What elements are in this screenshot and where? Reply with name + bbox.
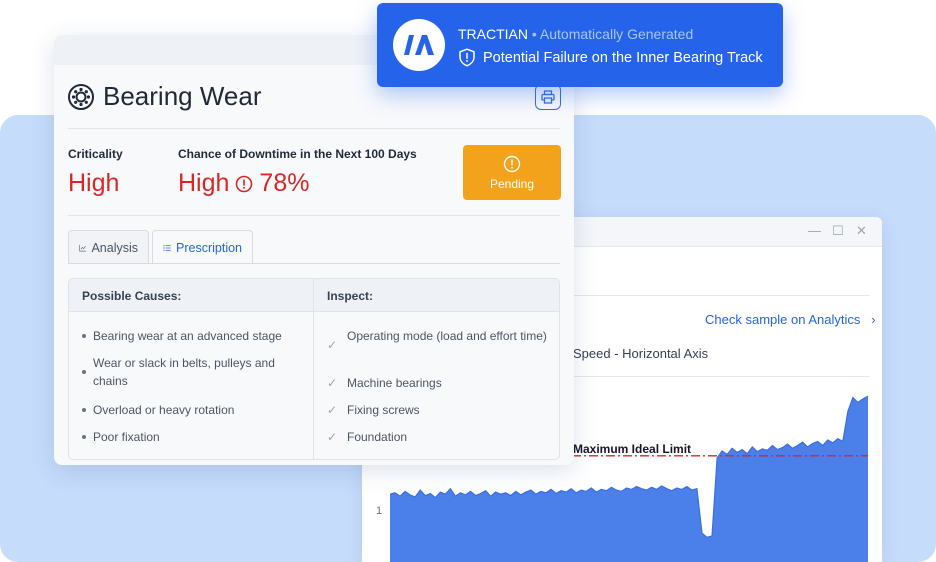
cause-text: Wear or slack in belts, pulleys and chai… bbox=[93, 356, 275, 388]
page-title: Bearing Wear bbox=[103, 81, 262, 111]
downtime-level: High bbox=[178, 169, 230, 197]
downtime-label: Chance of Downtime in the Next 100 Days bbox=[178, 147, 417, 161]
column-header-causes: Possible Causes: bbox=[82, 289, 182, 303]
bullet-icon bbox=[82, 401, 86, 419]
list-item: Overload or heavy rotation bbox=[82, 401, 297, 419]
tractian-logo bbox=[393, 19, 445, 71]
check-icon: ✓ bbox=[327, 430, 338, 444]
notification-subtitle: Automatically Generated bbox=[539, 26, 694, 42]
bullet-icon bbox=[82, 428, 86, 446]
prescription-table: Possible Causes: Inspect: Bearing wear a… bbox=[68, 278, 560, 460]
bullet-icon bbox=[82, 327, 86, 345]
inspect-text: Operating mode (load and effort time) bbox=[347, 329, 547, 343]
alert-circle-icon bbox=[503, 155, 521, 172]
column-header-inspect: Inspect: bbox=[327, 289, 374, 303]
list-item: Bearing wear at an advanced stage bbox=[82, 327, 297, 345]
check-icon: ✓ bbox=[327, 376, 338, 390]
list-item: ✓ Fixing screws bbox=[327, 401, 547, 419]
downtime-percent: 78% bbox=[259, 169, 310, 197]
check-icon: ✓ bbox=[327, 338, 338, 352]
tab-label: Analysis bbox=[91, 240, 138, 255]
notification-banner[interactable]: TRACTIAN • Automatically Generated Poten… bbox=[377, 3, 783, 87]
message-text: Potential Failure on the Inner Bearing T… bbox=[483, 49, 763, 66]
table-header: Possible Causes: Inspect: bbox=[69, 279, 559, 312]
printer-icon bbox=[541, 90, 555, 104]
cause-text: Overload or heavy rotation bbox=[93, 403, 235, 417]
list-item: Poor fixation bbox=[82, 428, 297, 446]
shield-alert-icon bbox=[459, 48, 475, 67]
separator: • bbox=[531, 26, 537, 42]
bearing-icon bbox=[68, 83, 94, 110]
list-item: ✓ Machine bearings bbox=[327, 374, 547, 392]
cause-text: Bearing wear at an advanced stage bbox=[93, 329, 282, 343]
list-icon bbox=[163, 244, 171, 251]
card-title: Bearing Wear bbox=[67, 81, 262, 112]
tabs-underline bbox=[68, 263, 560, 264]
cause-text: Poor fixation bbox=[93, 430, 160, 444]
status-badge[interactable]: Pending bbox=[463, 145, 561, 200]
tab-label: Prescription bbox=[176, 240, 242, 255]
divider bbox=[68, 128, 560, 129]
ia-logo-icon bbox=[404, 35, 434, 55]
list-item: Wear or slack in belts, pulleys and chai… bbox=[82, 354, 297, 390]
y-tick-label: 1 bbox=[376, 505, 383, 517]
criticality-label: Criticality bbox=[68, 147, 123, 161]
print-button[interactable] bbox=[535, 84, 561, 110]
list-item: ✓ Operating mode (load and effort time) bbox=[327, 327, 547, 354]
brand-name: TRACTIAN bbox=[458, 26, 528, 42]
diagnosis-card: Bearing Wear Criticality High Chance of … bbox=[54, 35, 574, 465]
notification-message: Potential Failure on the Inner Bearing T… bbox=[458, 48, 763, 67]
column-divider bbox=[313, 279, 314, 459]
chart-icon bbox=[79, 244, 86, 251]
inspect-text: Fixing screws bbox=[347, 403, 420, 417]
list-item: ✓ Foundation bbox=[327, 428, 547, 446]
check-icon: ✓ bbox=[327, 403, 338, 417]
inspect-text: Foundation bbox=[347, 430, 408, 444]
alert-circle-icon bbox=[236, 175, 253, 192]
tab-analysis[interactable]: Analysis bbox=[68, 230, 149, 264]
divider bbox=[68, 215, 560, 216]
status-label: Pending bbox=[489, 176, 535, 191]
downtime-value: High 78% bbox=[178, 169, 309, 198]
tab-prescription[interactable]: Prescription bbox=[152, 230, 253, 264]
bullet-icon bbox=[82, 354, 86, 390]
inspect-text: Machine bearings bbox=[347, 376, 442, 390]
criticality-value: High bbox=[68, 169, 120, 197]
threshold-label: Maximum Ideal Limit bbox=[573, 442, 692, 456]
notification-header: TRACTIAN • Automatically Generated bbox=[458, 26, 693, 42]
